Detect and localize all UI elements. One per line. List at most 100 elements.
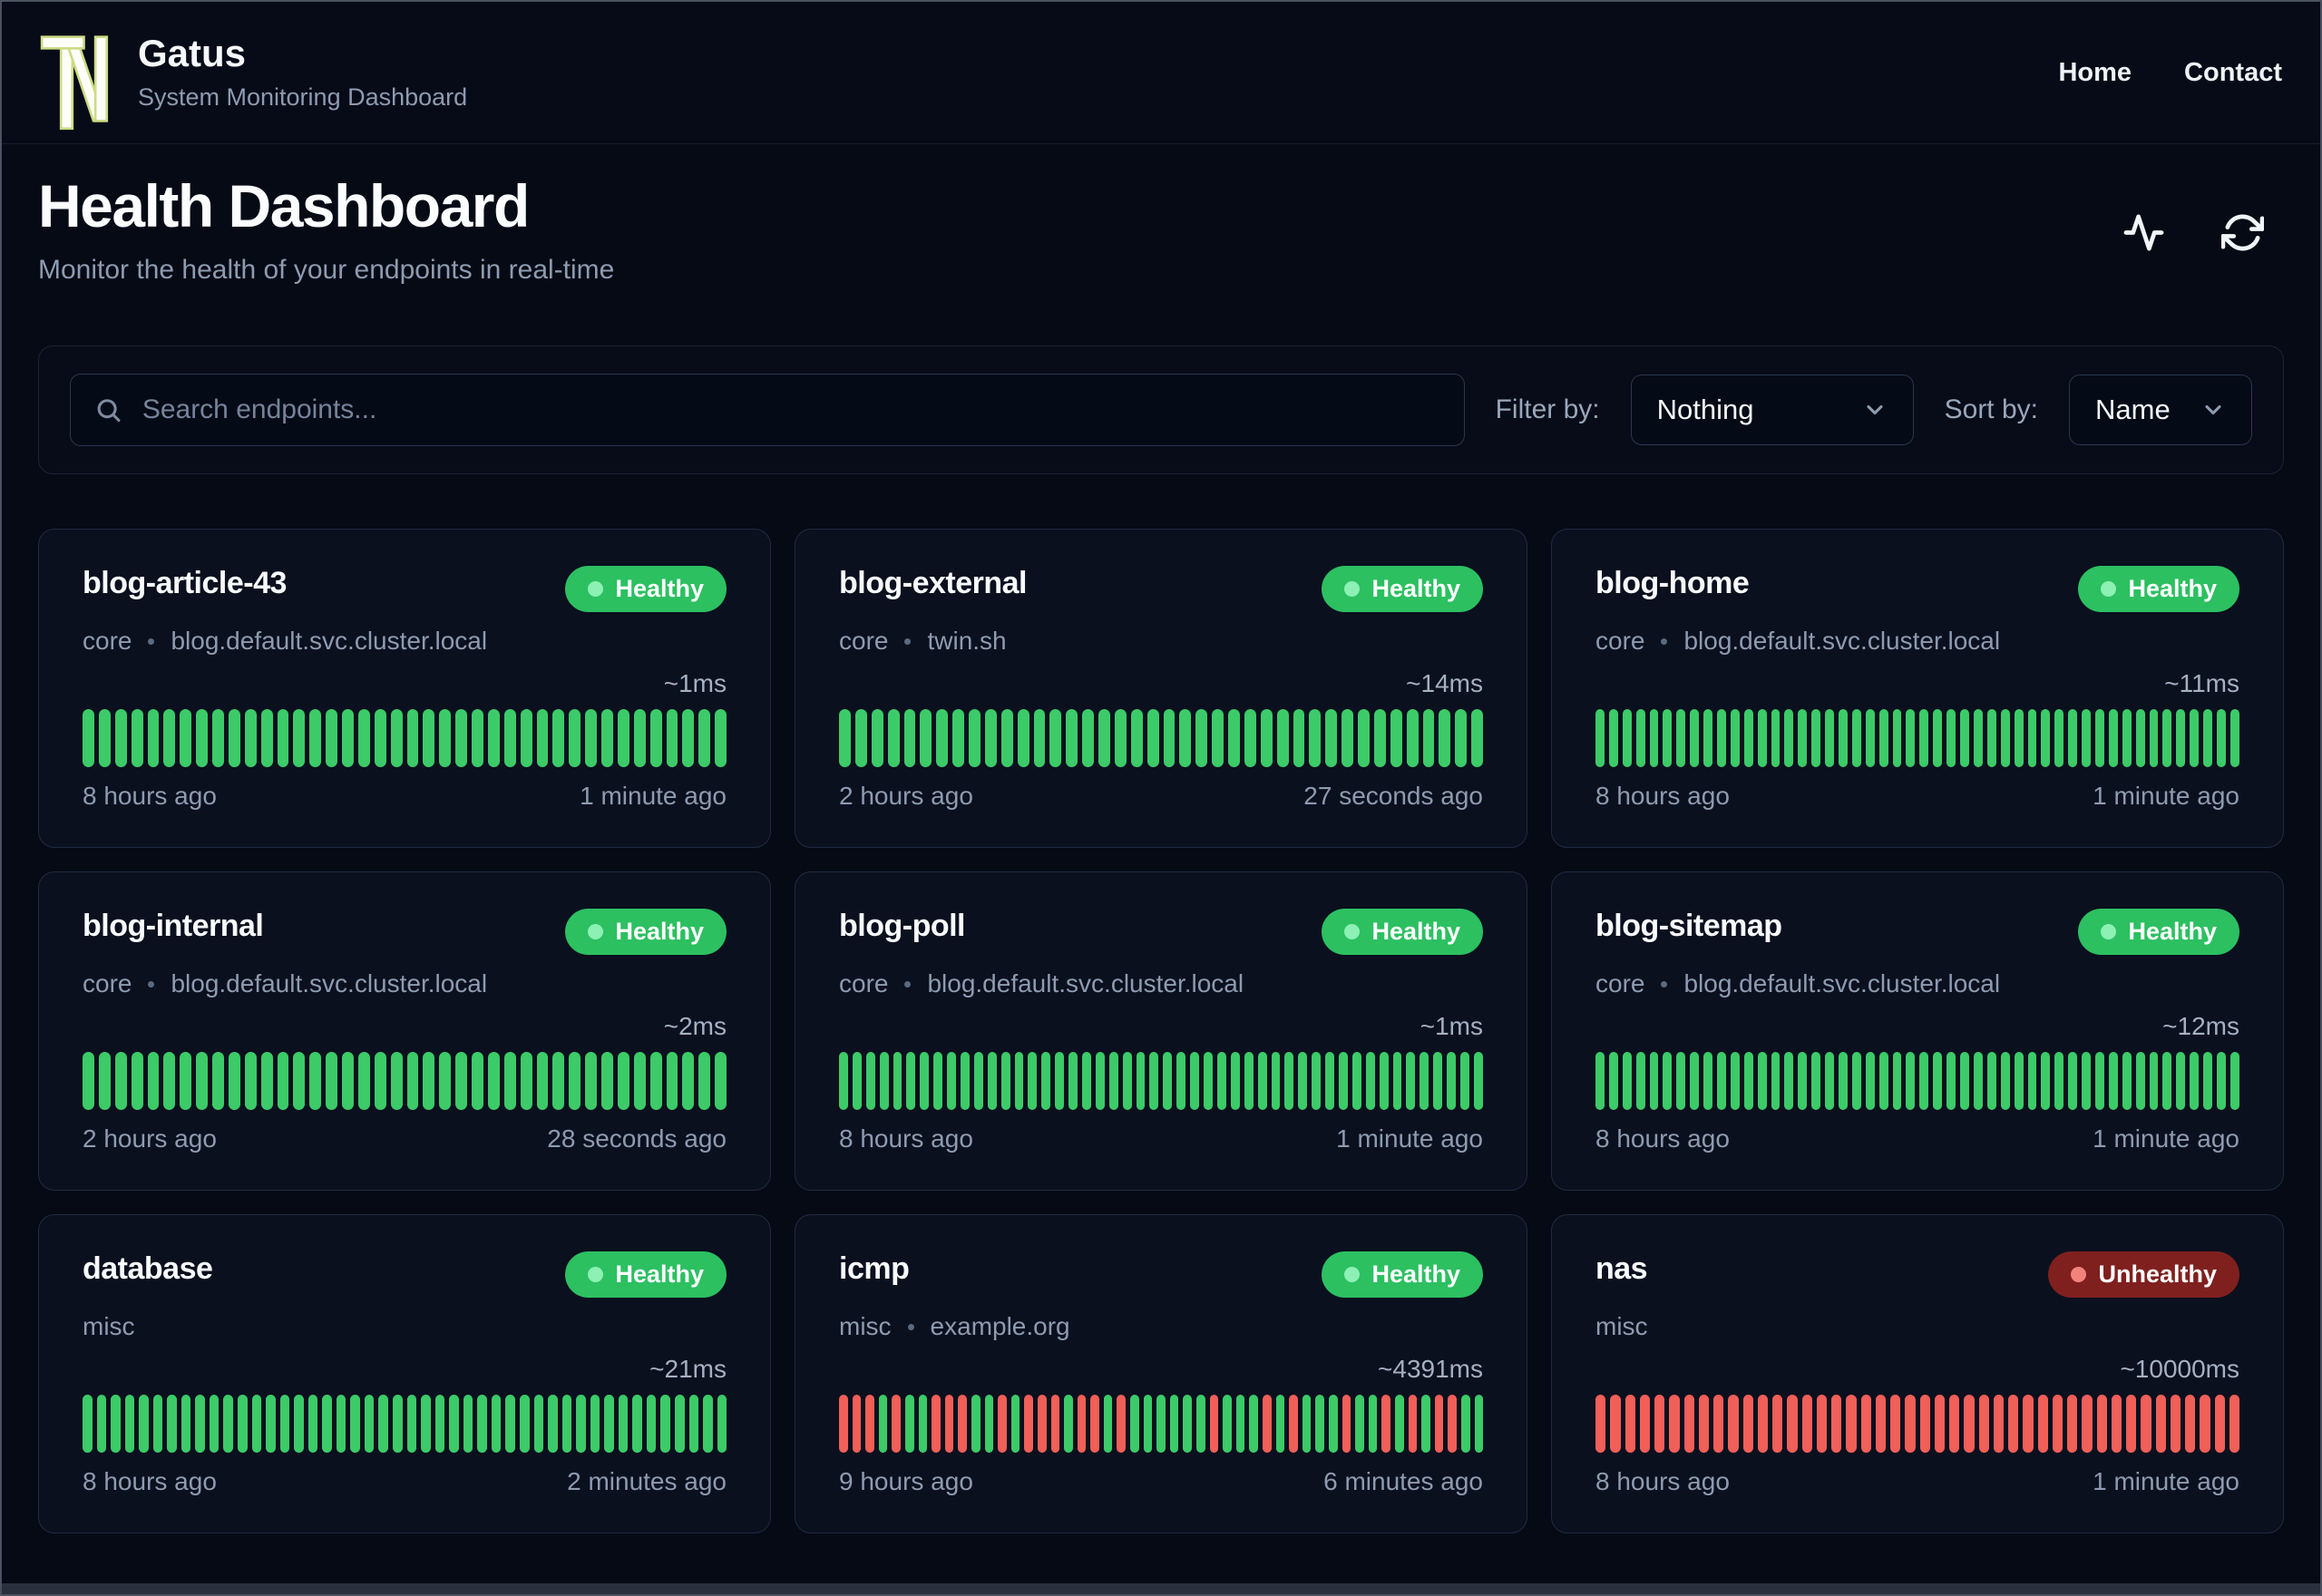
health-bar[interactable] <box>1787 1395 1798 1453</box>
health-bar[interactable] <box>1595 709 1605 767</box>
health-bar[interactable] <box>1459 1052 1469 1110</box>
health-bar[interactable] <box>1964 1395 1975 1453</box>
health-bar[interactable] <box>1082 1052 1091 1110</box>
health-bar[interactable] <box>633 1052 646 1110</box>
health-bar[interactable] <box>2094 709 2104 767</box>
health-bar[interactable] <box>2200 1395 2210 1453</box>
health-bar[interactable] <box>698 709 711 767</box>
health-bar[interactable] <box>1448 1395 1457 1453</box>
health-bar[interactable] <box>1946 709 1956 767</box>
health-bar[interactable] <box>1392 1052 1402 1110</box>
health-bar[interactable] <box>1196 1395 1205 1453</box>
health-bar[interactable] <box>455 1052 467 1110</box>
health-bar[interactable] <box>1325 709 1338 767</box>
health-bar[interactable] <box>1228 709 1240 767</box>
health-bar[interactable] <box>163 709 176 767</box>
health-bar[interactable] <box>1865 709 1875 767</box>
health-bar[interactable] <box>463 1395 473 1453</box>
health-bar[interactable] <box>1801 1395 1812 1453</box>
health-bar[interactable] <box>1260 709 1273 767</box>
health-bar[interactable] <box>878 1395 888 1453</box>
health-bar[interactable] <box>279 1395 290 1453</box>
filter-select[interactable]: Nothing <box>1630 375 1914 445</box>
health-bar[interactable] <box>307 1395 318 1453</box>
health-bar[interactable] <box>893 1052 902 1110</box>
health-bar[interactable] <box>390 709 403 767</box>
health-bar[interactable] <box>839 1052 848 1110</box>
health-bar[interactable] <box>585 1052 597 1110</box>
health-bar[interactable] <box>604 1395 614 1453</box>
health-bar[interactable] <box>309 1052 322 1110</box>
health-bar[interactable] <box>2135 709 2145 767</box>
health-bar[interactable] <box>1683 1395 1694 1453</box>
health-bar[interactable] <box>1635 1052 1645 1110</box>
health-bar[interactable] <box>1098 709 1110 767</box>
health-bar[interactable] <box>1669 1395 1680 1453</box>
health-bar[interactable] <box>887 709 900 767</box>
health-bar[interactable] <box>1271 1052 1281 1110</box>
health-bar[interactable] <box>472 1052 483 1110</box>
health-bar[interactable] <box>228 1052 240 1110</box>
health-bar[interactable] <box>96 1395 107 1453</box>
health-bar[interactable] <box>1055 1052 1065 1110</box>
health-bar[interactable] <box>1471 709 1483 767</box>
health-bar[interactable] <box>1000 709 1013 767</box>
health-bar[interactable] <box>936 709 949 767</box>
health-bar[interactable] <box>1351 1052 1361 1110</box>
health-bar[interactable] <box>2229 1395 2239 1453</box>
health-bar[interactable] <box>1742 1395 1753 1453</box>
health-bar[interactable] <box>503 709 516 767</box>
health-bar[interactable] <box>114 1052 127 1110</box>
health-bar[interactable] <box>682 709 695 767</box>
health-bar[interactable] <box>918 1395 928 1453</box>
health-bar[interactable] <box>1325 1052 1334 1110</box>
health-bar[interactable] <box>423 1052 435 1110</box>
health-bar[interactable] <box>1212 709 1224 767</box>
health-bar[interactable] <box>2229 709 2239 767</box>
health-bar[interactable] <box>865 1052 875 1110</box>
endpoint-card[interactable]: nas Unhealthy misc ~10000ms 8 hours ago … <box>1551 1214 2284 1533</box>
health-bar[interactable] <box>1919 709 1929 767</box>
health-bar[interactable] <box>2216 709 2226 767</box>
health-bar[interactable] <box>969 709 981 767</box>
health-bar[interactable] <box>1179 709 1192 767</box>
health-bar[interactable] <box>1798 709 1808 767</box>
health-bar[interactable] <box>374 709 386 767</box>
health-bar[interactable] <box>944 1395 954 1453</box>
health-bar[interactable] <box>2067 1395 2078 1453</box>
health-bar[interactable] <box>1757 1395 1768 1453</box>
health-bar[interactable] <box>1338 1052 1348 1110</box>
health-bar[interactable] <box>649 1052 662 1110</box>
health-bar[interactable] <box>1839 1052 1848 1110</box>
health-bar[interactable] <box>487 1052 500 1110</box>
health-bar[interactable] <box>434 1395 445 1453</box>
health-bar[interactable] <box>83 709 94 767</box>
health-bar[interactable] <box>2203 1052 2212 1110</box>
health-bar[interactable] <box>715 709 727 767</box>
health-bar[interactable] <box>1373 709 1386 767</box>
health-bar[interactable] <box>1163 709 1176 767</box>
health-bar[interactable] <box>421 1395 431 1453</box>
health-bar[interactable] <box>1358 709 1370 767</box>
health-bar[interactable] <box>601 709 613 767</box>
health-bar[interactable] <box>2126 1395 2137 1453</box>
health-bar[interactable] <box>393 1395 403 1453</box>
health-bar[interactable] <box>569 1052 581 1110</box>
health-bar[interactable] <box>1103 1395 1113 1453</box>
health-bar[interactable] <box>1919 1395 1930 1453</box>
health-bar[interactable] <box>1257 1052 1267 1110</box>
health-bar[interactable] <box>1730 1052 1740 1110</box>
health-bar[interactable] <box>698 1052 711 1110</box>
health-bar[interactable] <box>1024 1395 1033 1453</box>
health-bar[interactable] <box>1851 1052 1861 1110</box>
health-bar[interactable] <box>1757 1052 1767 1110</box>
health-bar[interactable] <box>2008 1395 2019 1453</box>
health-bar[interactable] <box>209 1395 220 1453</box>
health-bar[interactable] <box>569 709 581 767</box>
health-bar[interactable] <box>114 709 127 767</box>
health-bar[interactable] <box>2149 1052 2159 1110</box>
health-bar[interactable] <box>83 1395 93 1453</box>
health-bar[interactable] <box>98 709 111 767</box>
health-bar[interactable] <box>1654 1395 1665 1453</box>
health-bar[interactable] <box>984 1395 994 1453</box>
